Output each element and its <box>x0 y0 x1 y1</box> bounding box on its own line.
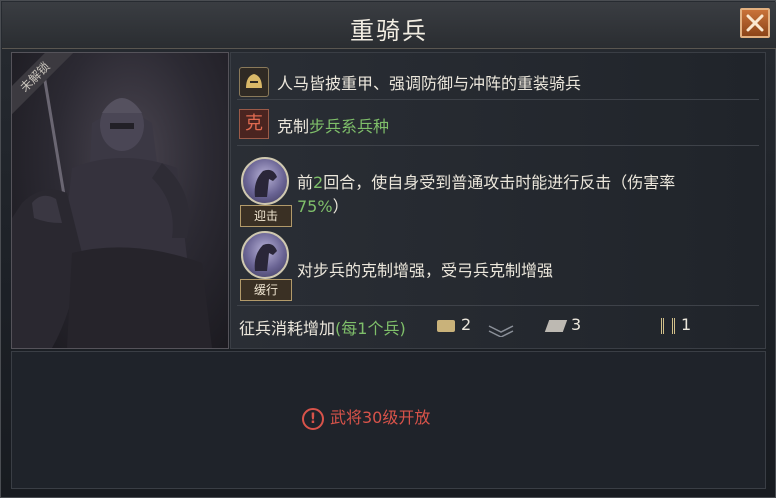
close-icon <box>746 14 764 32</box>
cost-label: 征兵消耗增加(每1个兵) <box>239 315 406 339</box>
divider <box>237 99 759 100</box>
cost-stone: 3 <box>544 315 582 334</box>
cost-note: (每1个兵) <box>335 319 406 338</box>
skill-turns: 2 <box>313 173 324 192</box>
stone-icon <box>544 319 568 332</box>
grain-icon <box>661 317 675 334</box>
unit-type-icon <box>239 67 269 97</box>
title-bar: 重骑兵 <box>2 2 776 49</box>
unlock-message: ! 武将30级开放 <box>302 404 430 430</box>
unlock-text: 武将30级开放 <box>330 408 431 427</box>
skill-desc-text: ） <box>332 197 349 216</box>
skill-desc-text: 回合，使自身受到普通攻击时能进行反击（伤害率 <box>323 173 676 192</box>
skill-icon-counterattack[interactable] <box>241 157 289 205</box>
unit-summary: 人马皆披重甲、强调防御与冲阵的重装骑兵 <box>277 74 582 93</box>
skill-name-tag: 迎击 <box>240 205 292 227</box>
horse-head-icon <box>254 243 277 271</box>
dialog-title: 重骑兵 <box>350 17 428 45</box>
close-button[interactable] <box>740 8 770 38</box>
counter-tag-icon: 克 <box>239 109 269 139</box>
unlock-panel: ! 武将30级开放 <box>11 351 766 489</box>
cost-value: 1 <box>681 315 692 334</box>
skill-damage-rate: 75% <box>297 197 333 216</box>
counter-label: 克制 <box>277 117 310 136</box>
cost-value: 3 <box>571 315 582 334</box>
horse-head-icon <box>254 169 277 197</box>
cost-label-text: 征兵消耗增加 <box>239 319 336 338</box>
cost-grain: 1 <box>661 315 691 334</box>
unit-info-panel: 人马皆披重甲、强调防御与冲阵的重装骑兵 克 克制步兵系兵种 迎击 前2回合，使自… <box>230 52 766 349</box>
counter-line: 克制步兵系兵种 <box>277 113 389 137</box>
chevron-down-icon[interactable] <box>487 323 515 337</box>
wood-icon <box>437 319 455 332</box>
counter-target: 步兵系兵种 <box>309 117 390 136</box>
unit-portrait: 未解锁 <box>11 52 229 349</box>
cost-wood: 2 <box>437 315 471 334</box>
skill-desc: 对步兵的克制增强，受弓兵克制增强 <box>297 261 554 280</box>
skill-icon-slow[interactable] <box>241 231 289 279</box>
cost-value: 2 <box>461 315 472 334</box>
dialog-frame: 重骑兵 未解锁 人马皆披重甲、强调防御与冲阵的重装骑兵 克 克制步兵系兵种 迎击… <box>0 0 776 498</box>
skill-name-tag: 缓行 <box>240 279 292 301</box>
warning-icon: ! <box>302 407 324 430</box>
divider <box>237 305 759 306</box>
divider <box>237 145 759 146</box>
skill-desc: 前2回合，使自身受到普通攻击时能进行反击（伤害率 75%） <box>297 171 717 219</box>
skill-desc-text: 前 <box>297 173 314 192</box>
helmet-icon <box>246 74 262 88</box>
heavy-cavalry-illustration <box>12 62 212 348</box>
